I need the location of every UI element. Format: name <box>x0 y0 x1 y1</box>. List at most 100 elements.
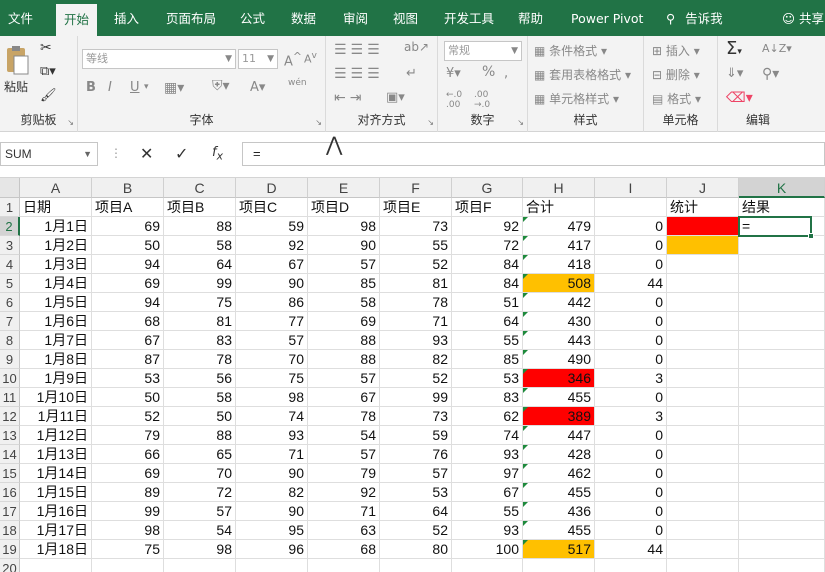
cell-a2[interactable]: 1月1日 <box>20 217 92 236</box>
cell-k14[interactable] <box>739 445 825 464</box>
wrap-text-icon[interactable]: ↵ <box>406 66 417 81</box>
cell-e9[interactable]: 88 <box>308 350 380 369</box>
cell-f1[interactable]: 项目E <box>380 198 452 217</box>
cell-h2[interactable]: 479 <box>523 217 595 236</box>
cell-i15[interactable]: 0 <box>595 464 667 483</box>
row-header-3[interactable]: 3 <box>0 236 20 255</box>
cell-k9[interactable] <box>739 350 825 369</box>
cell-g5[interactable]: 84 <box>452 274 523 293</box>
cell-d14[interactable]: 71 <box>236 445 308 464</box>
dialog-launcher-icon[interactable]: ↘ <box>315 118 322 127</box>
cell-a16[interactable]: 1月15日 <box>20 483 92 502</box>
cell-j17[interactable] <box>667 502 739 521</box>
cell-i17[interactable]: 0 <box>595 502 667 521</box>
cell-c17[interactable]: 57 <box>164 502 236 521</box>
cell-k11[interactable] <box>739 388 825 407</box>
cell-i6[interactable]: 0 <box>595 293 667 312</box>
bold-button[interactable]: B <box>86 80 96 95</box>
cell-styles-button[interactable]: ▦ 单元格样式 ▾ <box>534 90 619 107</box>
cell-d8[interactable]: 57 <box>236 331 308 350</box>
copy-icon[interactable]: ⧉▾ <box>40 64 56 79</box>
cut-icon[interactable]: ✂ <box>40 40 52 56</box>
cell-j20[interactable] <box>667 559 739 572</box>
tab-8[interactable]: 开发工具 <box>444 0 494 36</box>
tab-3[interactable]: 页面布局 <box>166 0 216 36</box>
cell-a3[interactable]: 1月2日 <box>20 236 92 255</box>
cell-i10[interactable]: 3 <box>595 369 667 388</box>
cell-e14[interactable]: 57 <box>308 445 380 464</box>
cell-f10[interactable]: 52 <box>380 369 452 388</box>
cell-h10[interactable]: 346 <box>523 369 595 388</box>
cell-c12[interactable]: 50 <box>164 407 236 426</box>
fill-color-icon[interactable]: ⛨▾ <box>212 78 230 94</box>
cell-k13[interactable] <box>739 426 825 445</box>
chevron-down-icon[interactable]: ▾ <box>144 82 149 92</box>
cell-g10[interactable]: 53 <box>452 369 523 388</box>
cell-h18[interactable]: 455 <box>523 521 595 540</box>
cell-h4[interactable]: 418 <box>523 255 595 274</box>
dialog-launcher-icon[interactable]: ↘ <box>67 118 74 127</box>
cell-e7[interactable]: 69 <box>308 312 380 331</box>
tell-me-search[interactable]: ⚲ 告诉我 <box>666 0 723 36</box>
format-painter-icon[interactable]: 🖌 <box>40 88 57 103</box>
tab-2[interactable]: 插入 <box>114 0 139 36</box>
cell-a15[interactable]: 1月14日 <box>20 464 92 483</box>
cell-a18[interactable]: 1月17日 <box>20 521 92 540</box>
cell-g12[interactable]: 62 <box>452 407 523 426</box>
row-header-19[interactable]: 19 <box>0 540 20 559</box>
cell-d12[interactable]: 74 <box>236 407 308 426</box>
row-header-4[interactable]: 4 <box>0 255 20 274</box>
cell-d3[interactable]: 92 <box>236 236 308 255</box>
cell-g1[interactable]: 项目F <box>452 198 523 217</box>
cell-f8[interactable]: 93 <box>380 331 452 350</box>
cell-f12[interactable]: 73 <box>380 407 452 426</box>
tab-1[interactable]: 开始 <box>56 4 98 40</box>
cell-a6[interactable]: 1月5日 <box>20 293 92 312</box>
column-header-k[interactable]: K <box>739 178 825 198</box>
cell-f16[interactable]: 53 <box>380 483 452 502</box>
cell-k12[interactable] <box>739 407 825 426</box>
cell-b17[interactable]: 99 <box>92 502 164 521</box>
indent-icons[interactable]: ⇤⇥ <box>334 90 365 106</box>
cell-b14[interactable]: 66 <box>92 445 164 464</box>
cell-e2[interactable]: 98 <box>308 217 380 236</box>
cell-b12[interactable]: 52 <box>92 407 164 426</box>
column-header-j[interactable]: J <box>667 178 739 198</box>
cell-j19[interactable] <box>667 540 739 559</box>
cell-e1[interactable]: 项目D <box>308 198 380 217</box>
sort-filter-icon[interactable]: A↓Z▾ <box>762 42 792 55</box>
cell-b16[interactable]: 89 <box>92 483 164 502</box>
cell-e15[interactable]: 79 <box>308 464 380 483</box>
cell-k4[interactable] <box>739 255 825 274</box>
cell-c19[interactable]: 98 <box>164 540 236 559</box>
row-header-16[interactable]: 16 <box>0 483 20 502</box>
row-header-15[interactable]: 15 <box>0 464 20 483</box>
column-header-i[interactable]: I <box>595 178 667 198</box>
cell-k3[interactable] <box>739 236 825 255</box>
cell-a1[interactable]: 日期 <box>20 198 92 217</box>
row-header-7[interactable]: 7 <box>0 312 20 331</box>
cell-c2[interactable]: 88 <box>164 217 236 236</box>
cell-f5[interactable]: 81 <box>380 274 452 293</box>
cell-h13[interactable]: 447 <box>523 426 595 445</box>
cell-i12[interactable]: 3 <box>595 407 667 426</box>
tab-10[interactable]: Power Pivot <box>571 0 643 36</box>
cell-b5[interactable]: 69 <box>92 274 164 293</box>
insert-cells-button[interactable]: ⊞ 插入 ▾ <box>652 42 700 59</box>
number-format-combo[interactable]: 常规 ▼ <box>444 41 522 61</box>
cell-f20[interactable] <box>380 559 452 572</box>
cell-b11[interactable]: 50 <box>92 388 164 407</box>
phonetic-button[interactable]: wén <box>288 78 307 88</box>
cell-i5[interactable]: 44 <box>595 274 667 293</box>
cell-i20[interactable] <box>595 559 667 572</box>
currency-icon[interactable]: ¥▾ <box>446 66 461 81</box>
italic-button[interactable]: I <box>108 80 112 95</box>
cell-c1[interactable]: 项目B <box>164 198 236 217</box>
cell-c8[interactable]: 83 <box>164 331 236 350</box>
cell-a11[interactable]: 1月10日 <box>20 388 92 407</box>
grow-font-icon[interactable]: A^ <box>284 50 302 69</box>
cell-a5[interactable]: 1月4日 <box>20 274 92 293</box>
cell-f2[interactable]: 73 <box>380 217 452 236</box>
cell-i3[interactable]: 0 <box>595 236 667 255</box>
cell-c9[interactable]: 78 <box>164 350 236 369</box>
